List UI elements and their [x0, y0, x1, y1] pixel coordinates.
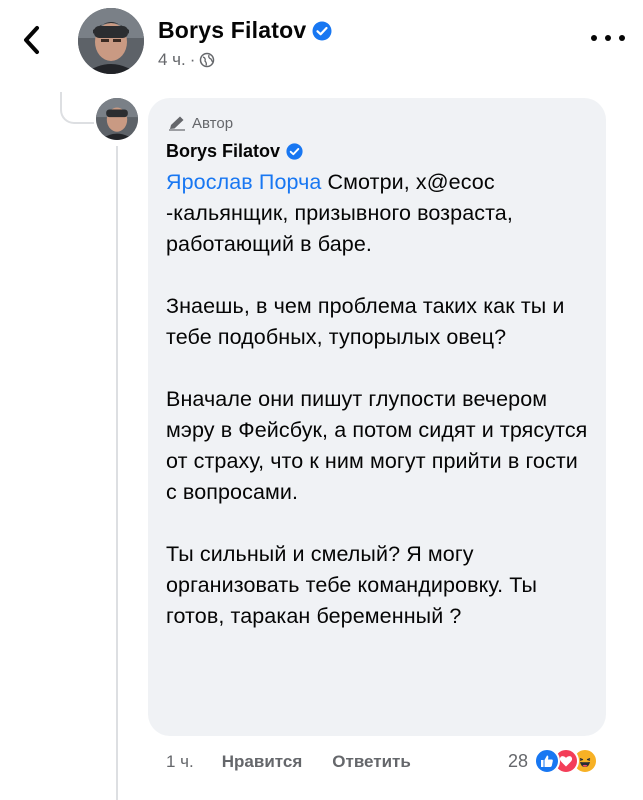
like-button[interactable]: Нравится	[222, 752, 303, 772]
chevron-left-icon	[24, 26, 39, 54]
thread-line	[116, 146, 118, 800]
comment-actions: 1 ч. Нравится Ответить	[166, 752, 411, 772]
avatar-photo-small	[96, 98, 138, 140]
thread-connector	[60, 92, 94, 124]
comment-text: Смотри, х@есос -кальянщик, призывного во…	[166, 170, 588, 628]
pencil-icon	[169, 116, 185, 131]
reply-button[interactable]: Ответить	[332, 752, 411, 772]
like-reaction-icon	[534, 748, 561, 774]
reaction-count: 28	[508, 750, 529, 771]
comment-author-name[interactable]: Borys Filatov	[166, 138, 588, 164]
back-button[interactable]	[14, 22, 50, 58]
more-dot	[605, 35, 611, 41]
header-meta: 4 ч. ·	[158, 50, 215, 70]
meta-separator: ·	[189, 50, 196, 69]
comment-time: 1 ч.	[166, 752, 194, 771]
reactions-summary[interactable]: 28	[508, 748, 599, 774]
globe-icon	[200, 52, 215, 68]
avatar-photo	[78, 8, 144, 74]
more-options-button[interactable]	[591, 28, 625, 48]
comment-bubble: Автор Borys Filatov Ярослав Порча Смотри…	[148, 98, 606, 736]
author-avatar[interactable]	[78, 8, 144, 74]
author-badge-label: Автор	[192, 114, 234, 132]
header-author-name[interactable]: Borys Filatov	[158, 17, 332, 44]
header-name-text: Borys Filatov	[158, 17, 307, 43]
comment-avatar[interactable]	[96, 98, 138, 140]
post-time: 4 ч.	[158, 50, 186, 69]
more-dot	[619, 35, 625, 41]
comment-author-text: Borys Filatov	[166, 140, 281, 161]
more-dot	[591, 35, 597, 41]
user-mention[interactable]: Ярослав Порча	[166, 170, 321, 194]
reaction-icons	[534, 748, 599, 774]
verified-badge-icon	[312, 21, 332, 40]
verified-badge-icon	[286, 142, 303, 160]
comment-thread-page: Borys Filatov 4 ч. · Автор Borys Filatov…	[0, 0, 643, 800]
comment-body: Ярослав Порча Смотри, х@есос -кальянщик,…	[166, 167, 588, 632]
author-badge: Автор	[168, 112, 588, 134]
